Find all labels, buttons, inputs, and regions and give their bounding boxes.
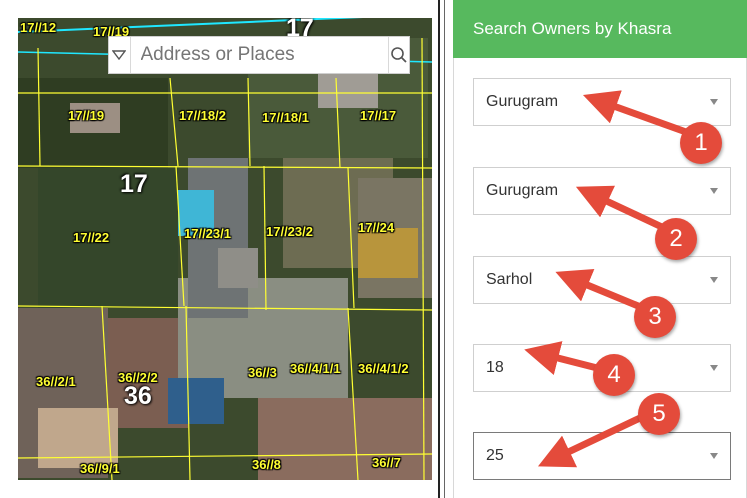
- parcel-label: 17//24: [358, 220, 395, 235]
- annotation-badge-4: 4: [593, 354, 635, 396]
- caret-down-icon: [710, 99, 718, 105]
- pane-divider: [438, 0, 440, 498]
- pane-divider: [444, 0, 445, 498]
- select-value: 18: [486, 359, 504, 376]
- parcel-label: 36//3: [248, 365, 277, 380]
- parcel-label: 17//23/1: [184, 226, 231, 241]
- map-view[interactable]: 17//12 17//19 17 17//19 17//18/2 17//18/…: [18, 18, 432, 480]
- parcel-label: 36//8: [252, 457, 281, 472]
- parcel-label: 17//17: [360, 108, 397, 123]
- search-input[interactable]: [130, 37, 388, 73]
- parcel-label: 36//4/1/2: [358, 361, 409, 376]
- parcel-label: 17//18/1: [262, 110, 309, 125]
- tehsil-select[interactable]: Gurugram: [473, 167, 731, 215]
- parcel-label: 36//7: [372, 455, 401, 470]
- parcel-label: 36//2/1: [36, 374, 76, 389]
- select-value: Gurugram: [486, 93, 559, 110]
- triangle-down-icon: [112, 50, 127, 60]
- caret-down-icon: [710, 277, 718, 283]
- select-value: 25: [486, 447, 504, 464]
- parcel-label: 36//4/1/1: [290, 361, 341, 376]
- panel-title: Search Owners by Khasra: [453, 0, 747, 58]
- district-select[interactable]: Gurugram: [473, 78, 731, 126]
- parcel-label: 17//23/2: [266, 224, 313, 239]
- parcel-label: 17//22: [73, 230, 110, 245]
- block-label: 36: [124, 382, 152, 410]
- parcel-label: 36//9/1: [80, 461, 120, 476]
- search-source-dropdown[interactable]: [109, 37, 131, 73]
- parcel-label: 17//19: [68, 108, 105, 123]
- parcel-label: 17//12: [20, 20, 57, 35]
- search-button[interactable]: [387, 37, 410, 73]
- select-value: Sarhol: [486, 271, 533, 288]
- caret-down-icon: [710, 453, 718, 459]
- annotation-badge-1: 1: [680, 122, 722, 164]
- satellite-imagery: [18, 18, 432, 480]
- caret-down-icon: [710, 188, 718, 194]
- caret-down-icon: [710, 365, 718, 371]
- annotation-badge-5: 5: [638, 393, 680, 435]
- annotation-badge-2: 2: [655, 218, 697, 260]
- map-search-widget: [108, 36, 410, 74]
- select-value: Gurugram: [486, 182, 559, 199]
- annotation-badge-3: 3: [634, 296, 676, 338]
- khasra-select[interactable]: 25: [473, 432, 731, 480]
- village-select[interactable]: Sarhol: [473, 256, 731, 304]
- block-label: 17: [120, 170, 148, 198]
- search-icon: [390, 47, 407, 63]
- parcel-label: 17//18/2: [179, 108, 226, 123]
